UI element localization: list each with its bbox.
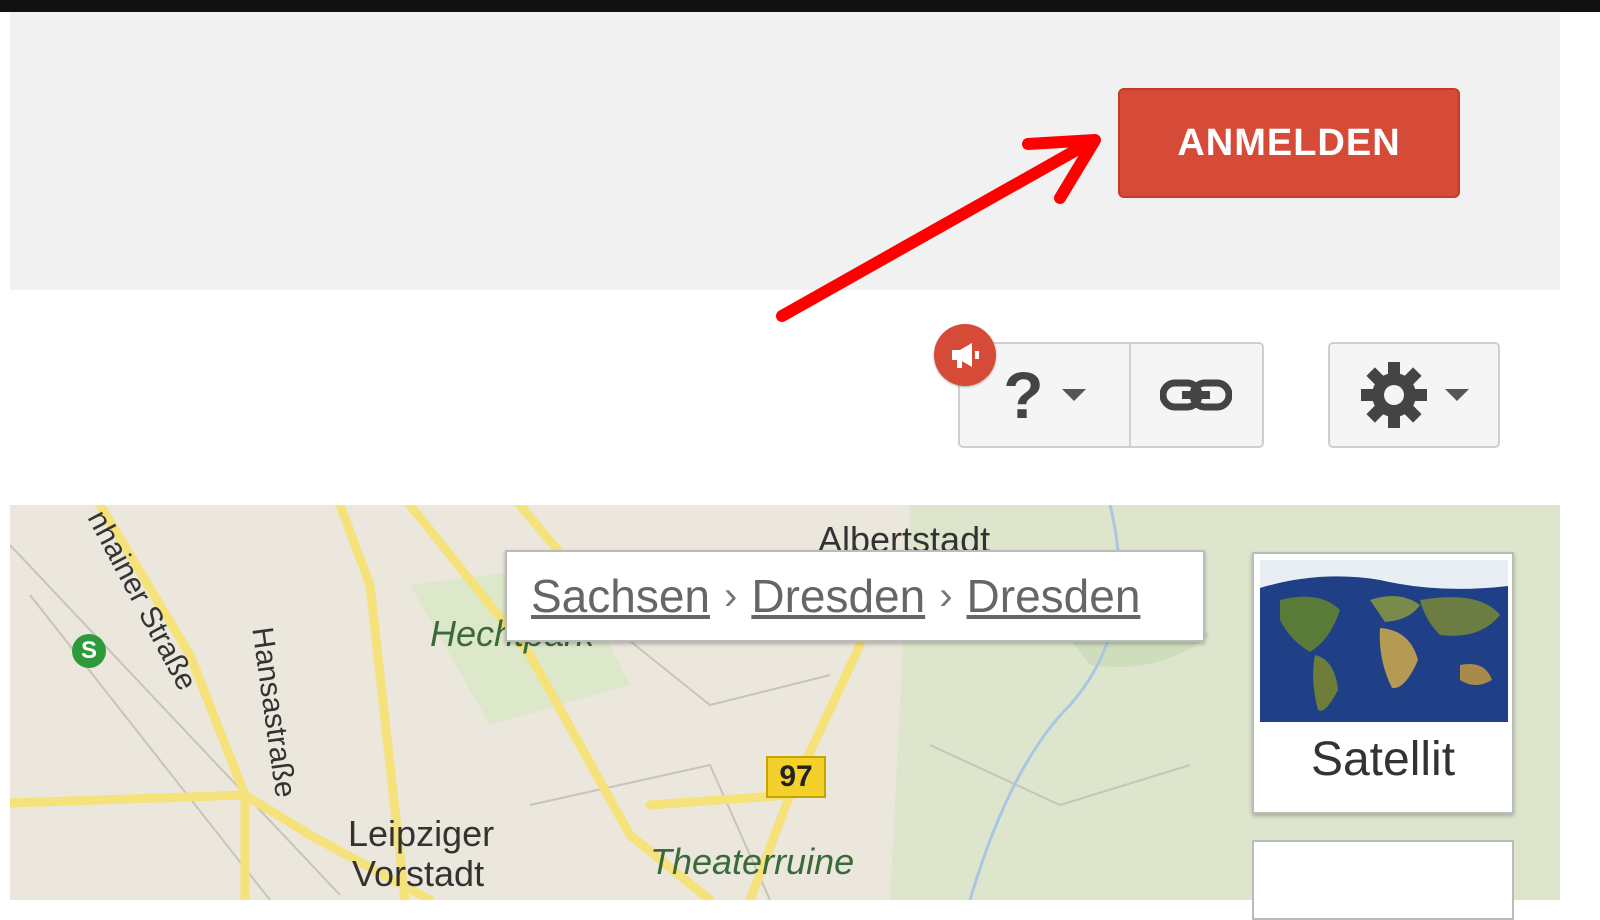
breadcrumb-item-sachsen[interactable]: Sachsen: [531, 569, 710, 623]
satellite-thumbnail: [1260, 560, 1508, 722]
route-shield: 97: [766, 756, 826, 798]
breadcrumb-separator: ›: [724, 573, 738, 618]
link-icon: [1160, 379, 1233, 411]
window-top-border: [0, 0, 1600, 12]
satellite-layer-toggle[interactable]: Satellit: [1252, 552, 1514, 814]
map-toolbar: ?: [958, 342, 1264, 448]
map-label-vorstadt: Vorstadt: [352, 853, 485, 894]
link-button[interactable]: [1131, 344, 1262, 446]
chevron-down-icon: [1445, 389, 1469, 401]
chevron-down-icon: [1061, 389, 1086, 401]
help-label: ?: [1003, 358, 1044, 432]
map-label-theaterruine: Theaterruine: [650, 841, 855, 882]
annotation-arrow-icon: [776, 134, 1101, 322]
gear-icon: [1361, 362, 1427, 428]
satellite-label: Satellit: [1310, 733, 1456, 786]
breadcrumb: Sachsen › Dresden › Dresden: [505, 550, 1205, 642]
map-label-leipziger: Leipziger: [348, 813, 495, 854]
earth-layer-toggle[interactable]: [1252, 840, 1514, 920]
signin-button[interactable]: ANMELDEN: [1118, 88, 1460, 198]
breadcrumb-item-dresden-city[interactable]: Dresden: [967, 569, 1141, 623]
breadcrumb-item-dresden-region[interactable]: Dresden: [751, 569, 925, 623]
news-badge[interactable]: [934, 324, 996, 386]
sbahn-station-icon: S: [72, 634, 106, 668]
breadcrumb-separator: ›: [939, 573, 953, 618]
megaphone-icon: [952, 343, 979, 368]
settings-button[interactable]: [1328, 342, 1500, 448]
